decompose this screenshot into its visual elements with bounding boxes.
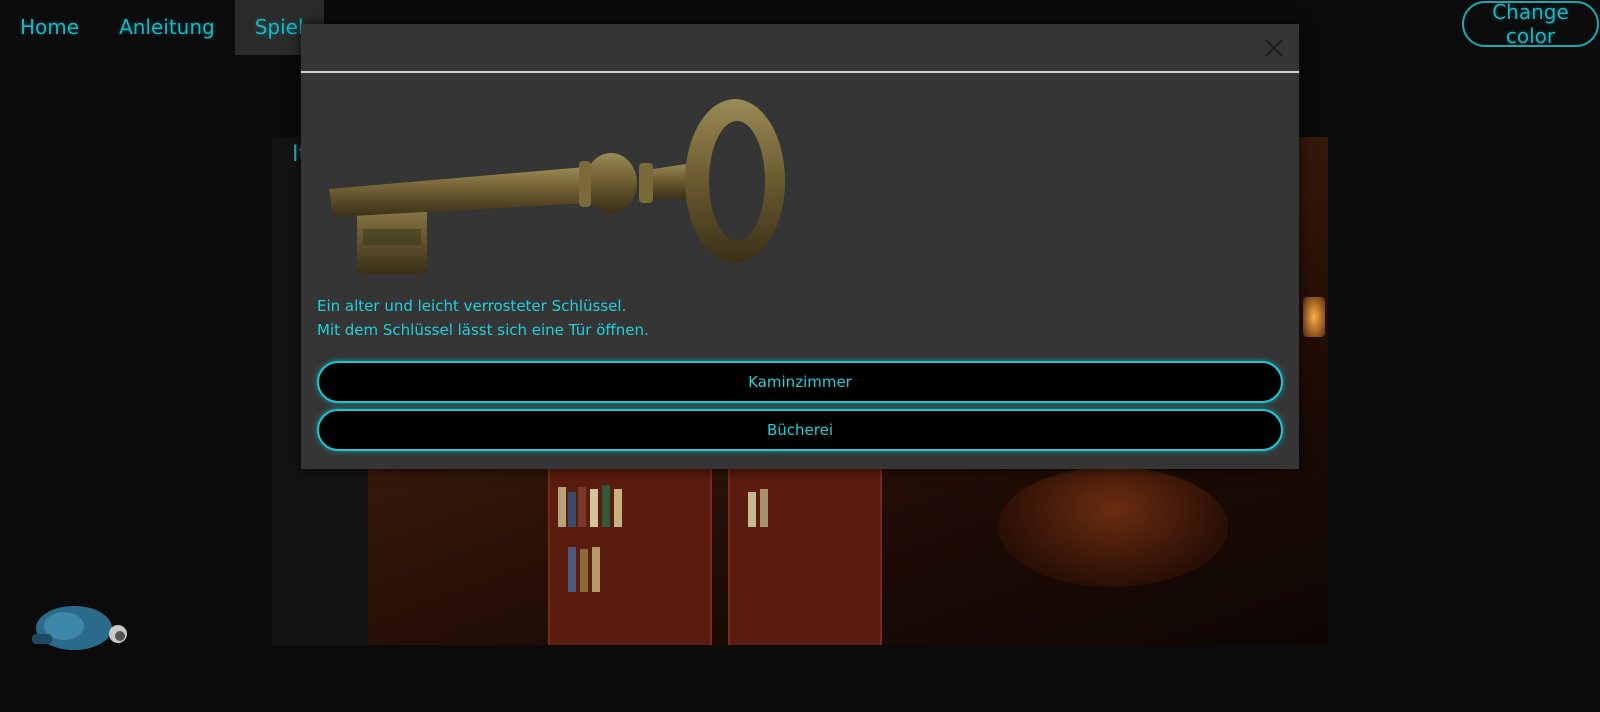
nav-item-home[interactable]: Home <box>0 0 99 55</box>
choice-button-buecherei[interactable]: Bücherei <box>317 409 1283 451</box>
character-avatar[interactable] <box>24 596 134 658</box>
close-icon[interactable] <box>1263 37 1285 59</box>
description-line: Ein alter und leicht verrosteter Schlüss… <box>317 297 627 315</box>
key-image <box>329 99 785 274</box>
item-description: Ein alter und leicht verrosteter Schlüss… <box>317 294 649 342</box>
description-line: Mit dem Schlüssel lässt sich eine Tür öf… <box>317 321 649 339</box>
top-nav: Home Anleitung Spiel <box>0 0 324 55</box>
change-color-button[interactable]: Change color <box>1462 0 1599 48</box>
modal-header <box>301 24 1299 73</box>
item-modal: Ein alter und leicht verrosteter Schlüss… <box>301 24 1299 469</box>
nav-item-anleitung[interactable]: Anleitung <box>99 0 235 55</box>
choice-button-kaminzimmer[interactable]: Kaminzimmer <box>317 361 1283 403</box>
